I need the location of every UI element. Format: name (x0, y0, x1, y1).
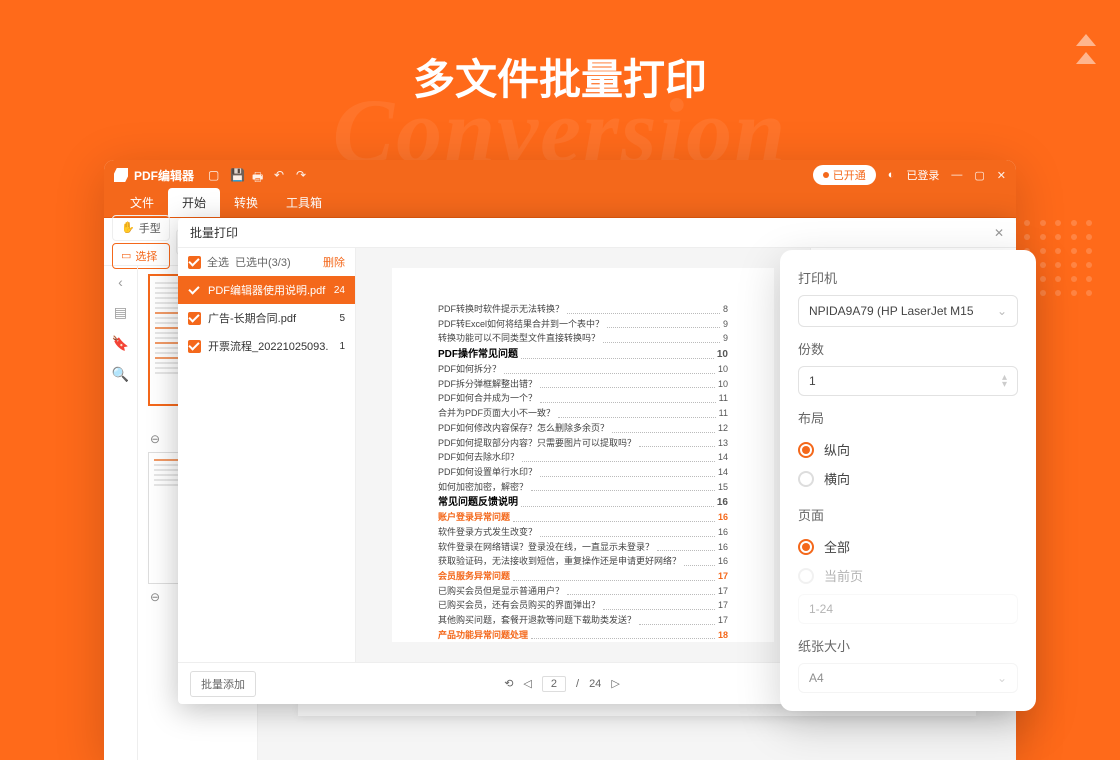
undo-icon[interactable]: ↶ (274, 168, 288, 182)
file-item[interactable]: 广告-长期合同.pdf5 (178, 304, 355, 332)
print-preview-page: PDF转换时软件提示无法转换？8 PDF转Excel如何将结果合并到一个表中？9 转… (392, 268, 774, 642)
toc-row: 产品功能异常问题处理18 (438, 630, 728, 642)
select-all-checkbox[interactable] (188, 256, 201, 269)
logo-icon (114, 168, 128, 182)
page-current[interactable]: 2 (542, 676, 566, 692)
file-item[interactable]: PDF编辑器使用说明.pdf24 (178, 276, 355, 304)
card-layout-label: 布局 (798, 408, 1018, 427)
thumbnail-icon[interactable]: ▤ (114, 304, 127, 321)
delete-link[interactable]: 删除 (323, 254, 345, 270)
menutab-file[interactable]: 文件 (116, 188, 168, 217)
card-printer-label: 打印机 (798, 268, 1018, 287)
menutab-convert[interactable]: 转换 (220, 188, 272, 217)
user-icon[interactable]: ◐ (888, 169, 895, 181)
toc-row: PDF如何提取部分内容？只需要图片可以提取吗？13 (438, 438, 728, 450)
toc-row: 合并为PDF页面大小不一致？11 (438, 408, 728, 420)
toc-row: PDF如何拆分？10 (438, 364, 728, 376)
maximize-icon[interactable]: ▢ (974, 169, 984, 182)
chevron-down-icon: ⌄ (997, 304, 1007, 318)
card-page-range-input[interactable]: 1-24 (798, 594, 1018, 624)
minimize-icon[interactable]: — (951, 169, 962, 181)
close-window-icon[interactable]: ✕ (997, 169, 1006, 182)
toc-row: PDF拆分弹框解整出错？10 (438, 379, 728, 391)
toc-row: 获取验证码，无法接收到短信，重复操作还是申请更好网络？16 (438, 556, 728, 568)
card-page-all[interactable]: 全部 (798, 532, 1018, 561)
search-rail-icon[interactable]: 🔍 (112, 366, 129, 383)
thumb-remove-2[interactable]: ⊖ (150, 590, 160, 604)
page-prev-icon[interactable]: ◁ (523, 677, 531, 690)
card-paper-select[interactable]: A4⌄ (798, 663, 1018, 693)
vip-pill[interactable]: 已开通 (813, 165, 876, 185)
card-copies-stepper[interactable]: 1▴▾ (798, 366, 1018, 396)
pager: ⟲ ◁ 2 / 24 ▷ (256, 676, 868, 692)
toc-row: PDF如何合并成为一个？11 (438, 393, 728, 405)
card-page-current[interactable]: 当前页 (798, 561, 1018, 590)
menutab-toolbox[interactable]: 工具箱 (272, 188, 336, 217)
select-tool[interactable]: ▭ 选择 (112, 243, 170, 269)
selected-count: 已选中(3/3) (235, 254, 291, 270)
toc-row: 软件登录方式发生改变？16 (438, 527, 728, 539)
toc-row: 账户登录异常问题16 (438, 512, 728, 524)
card-paper-label: 纸张大小 (798, 636, 1018, 655)
save-icon[interactable]: 💾 (230, 168, 244, 182)
preview-panel: PDF转换时软件提示无法转换？8 PDF转Excel如何将结果合并到一个表中？9 转… (356, 248, 810, 662)
toc-row: 已购买会员但是显示普通用户？17 (438, 586, 728, 598)
left-rail: ‹ ▤ 🔖 🔍 (104, 266, 138, 760)
toc-row: 会员服务异常问题17 (438, 571, 728, 583)
page-total: 24 (589, 678, 601, 690)
open-icon[interactable]: ▢ (208, 168, 222, 182)
toc-row: 其他购买问题，套餐开退款等问题下载助类发送？17 (438, 615, 728, 627)
toc-row: PDF如何去除水印？14 (438, 452, 728, 464)
batch-add-button[interactable]: 批量添加 (190, 671, 256, 697)
card-landscape[interactable]: 横向 (798, 464, 1018, 493)
toc-row: 如何加密加密，解密？15 (438, 482, 728, 494)
toc-row: 软件登录在网络错误？登录没在线，一直显示未登录？16 (438, 542, 728, 554)
card-copies-label: 份数 (798, 339, 1018, 358)
toc-row: PDF如何设置单行水印？14 (438, 467, 728, 479)
bookmark-icon[interactable]: 🔖 (112, 335, 129, 352)
menutab-start[interactable]: 开始 (168, 188, 220, 217)
toc-row: 常见问题反馈说明16 (438, 496, 728, 509)
page-title: 多文件批量打印 (0, 0, 1120, 107)
dialog-title: 批量打印 (190, 224, 238, 241)
toc-row: 转换功能可以不同类型文件直接转换吗？9 (438, 333, 728, 345)
print-settings-card: 打印机 NPIDA9A79 (HP LaserJet M15⌄ 份数 1▴▾ 布… (780, 250, 1036, 711)
file-item[interactable]: 开票流程_20221025093.1 (178, 332, 355, 360)
print-icon[interactable]: 🖶 (252, 168, 266, 182)
dialog-close-icon[interactable]: ✕ (994, 226, 1004, 240)
nav-back[interactable]: ‹ (118, 274, 123, 290)
hand-tool[interactable]: ✋ 手型 (112, 215, 170, 241)
toc-row: PDF转换时软件提示无法转换？8 (438, 304, 728, 316)
select-all-label: 全选 (207, 254, 229, 270)
menubar: 文件 开始 转换 工具箱 (104, 190, 1016, 218)
page-next-icon[interactable]: ▷ (611, 677, 619, 690)
titlebar-tool-icons[interactable]: ▢ 💾 🖶 ↶ ↷ (208, 168, 310, 182)
toc-row: PDF转Excel如何将结果合并到一个表中？9 (438, 319, 728, 331)
toc-row: PDF如何修改内容保存？怎么删除多余页？12 (438, 423, 728, 435)
card-page-label: 页面 (798, 505, 1018, 524)
toc-row: 已购买会员，还有会员购买的界面弹出？17 (438, 600, 728, 612)
file-list-panel: 全选 已选中(3/3) 删除 PDF编辑器使用说明.pdf24广告-长期合同.p… (178, 248, 356, 662)
titlebar: PDF编辑器 ▢ 💾 🖶 ↶ ↷ 已开通 ◐ 已登录 — ▢ ✕ (104, 160, 1016, 190)
redo-icon[interactable]: ↷ (296, 168, 310, 182)
toc-row: PDF操作常见问题10 (438, 348, 728, 361)
deco-triangles (1076, 34, 1096, 70)
card-printer-select[interactable]: NPIDA9A79 (HP LaserJet M15⌄ (798, 295, 1018, 327)
card-portrait[interactable]: 纵向 (798, 435, 1018, 464)
app-name: PDF编辑器 (134, 167, 194, 184)
app-logo: PDF编辑器 (114, 167, 194, 184)
login-label[interactable]: 已登录 (906, 167, 939, 183)
page-first-icon[interactable]: ⟲ (504, 677, 513, 690)
thumb-remove[interactable]: ⊖ (150, 432, 160, 446)
